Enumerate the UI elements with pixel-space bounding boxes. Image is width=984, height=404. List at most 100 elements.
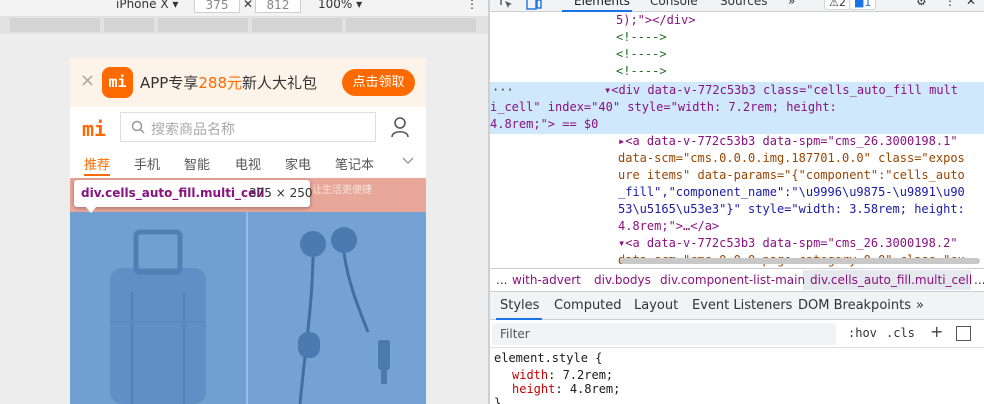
close-icon[interactable]: ✕ (966, 0, 976, 8)
tooltip-size: 375 × 250 (249, 186, 313, 200)
elements-tree[interactable]: 5);"></div> <!----> <!----> <!----> ··· … (490, 12, 984, 267)
claim-button[interactable]: 点击领取 (342, 69, 415, 96)
device-select[interactable]: iPhone X ▾ (116, 0, 178, 13)
selected-node-line[interactable]: ▾<div data-v-772c53b3 class="cells_auto_… (604, 82, 958, 99)
devtools-menu-icon[interactable]: ⋮ (944, 0, 956, 8)
zoom-select[interactable]: 100% ▾ (318, 0, 362, 13)
phone-viewport: × mi APP专享288元新人大礼包 点击领取 mi 搜索商品名称 推荐 手机… (70, 58, 426, 404)
active-tab-underline (84, 174, 110, 176)
styles-filter-row: Filter :hov .cls + (490, 320, 984, 348)
category-tab[interactable]: 推荐 (84, 154, 110, 173)
search-icon (131, 120, 145, 134)
style-property[interactable]: height: 4.8rem; (512, 381, 620, 398)
user-icon[interactable] (390, 116, 410, 138)
breadcrumb-item[interactable]: div.bodys (594, 273, 651, 287)
selected-node-line[interactable]: 4.8rem;"> == $0 (490, 116, 598, 133)
promo-text-highlight: 288元 (198, 74, 242, 92)
comment-node[interactable]: <!----> (616, 63, 667, 80)
element-tooltip: div.cells_auto_fill.multi_cell 375 × 250 (74, 180, 313, 207)
property-value[interactable]: 4.8rem; (570, 382, 621, 396)
app-promo-bar: × mi APP专享288元新人大礼包 点击领取 (70, 58, 426, 107)
inspect-element-icon[interactable] (500, 0, 514, 10)
class-toggle[interactable]: .cls (886, 326, 915, 340)
anchor-node-line: 53\u5165\u53e3"}" style="width: 3.58rem;… (618, 202, 965, 216)
search-header: mi 搜索商品名称 (70, 107, 426, 150)
device-width-input[interactable]: 375 (194, 0, 240, 13)
warnings-badge[interactable]: ⚠2 (824, 0, 851, 10)
device-height-input[interactable]: 812 (255, 0, 301, 13)
tab-sources[interactable]: Sources (720, 0, 767, 8)
product-cell-earphones[interactable] (248, 212, 426, 404)
tab-event-listeners[interactable]: Event Listeners (692, 298, 792, 313)
hover-state-toggle[interactable]: :hov (848, 326, 877, 340)
property-value[interactable]: 7.2rem; (563, 368, 614, 382)
filter-input[interactable]: Filter (492, 323, 836, 345)
tooltip-selector: div.cells_auto_fill.multi_cell (81, 186, 265, 200)
ruler-segment[interactable] (10, 18, 100, 32)
sidebar-toggle-icon[interactable] (956, 326, 971, 341)
chevron-down-icon[interactable] (401, 153, 415, 167)
ruler-segment[interactable] (346, 18, 476, 32)
breadcrumb-scroll-left[interactable]: ... (496, 273, 507, 287)
ruler-segment[interactable] (104, 18, 154, 32)
anchor-node-line: 4.8rem;">…</a> (618, 219, 720, 233)
promo-text-suffix: 新人大礼包 (242, 74, 318, 92)
tab-console[interactable]: Console (650, 0, 698, 8)
category-tab[interactable]: 笔记本 (335, 154, 374, 173)
tooltip-arrow (85, 206, 97, 213)
category-tab[interactable]: 家电 (285, 154, 311, 173)
filter-placeholder: Filter (500, 327, 530, 341)
search-input[interactable]: 搜索商品名称 (120, 112, 376, 142)
ruler-segment[interactable] (158, 18, 248, 32)
category-tab[interactable]: 智能 (184, 154, 210, 173)
anchor-node-line[interactable]: ▾<a data-v-772c53b3 data-spm="cms_26.300… (618, 235, 958, 252)
search-placeholder: 搜索商品名称 (151, 122, 235, 138)
more-tabs-icon[interactable]: » (788, 0, 795, 8)
tab-styles[interactable]: Styles (500, 298, 539, 313)
toolbar-more-icon[interactable]: ⋮ (466, 0, 478, 13)
add-rule-button[interactable]: + (930, 322, 943, 341)
gear-icon[interactable]: ⚙ (916, 0, 927, 8)
close-icon[interactable]: × (80, 70, 95, 92)
product-cell-suitcase[interactable] (70, 212, 246, 404)
property-name[interactable]: width (512, 368, 548, 382)
device-toggle-icon[interactable] (526, 0, 542, 10)
devtools-tabs: Elements Console Sources » ⚠2 ■1 ⚙ ⋮ ✕ (490, 0, 984, 12)
property-name[interactable]: height (512, 382, 555, 396)
mi-brand-icon[interactable]: mi (82, 117, 106, 141)
horizontal-scrollbar[interactable] (620, 258, 980, 264)
device-emulation-pane: iPhone X ▾ 375 ✕ 812 100% ▾ ⋮ × mi APP专享… (0, 0, 488, 404)
comment-node[interactable]: <!----> (616, 29, 667, 46)
devtools-panel: Elements Console Sources » ⚠2 ■1 ⚙ ⋮ ✕ 5… (490, 0, 984, 404)
breadcrumb-item[interactable]: div.component-list-main (660, 273, 805, 287)
screen: iPhone X ▾ 375 ✕ 812 100% ▾ ⋮ × mi APP专享… (0, 0, 984, 404)
breadcrumb-scroll-right[interactable]: ... (974, 273, 984, 287)
category-tab[interactable]: 手机 (134, 154, 160, 173)
tab-layout[interactable]: Layout (634, 298, 678, 313)
comment-node[interactable]: <!----> (616, 46, 667, 63)
breadcrumb-item[interactable]: with-advert (512, 273, 581, 287)
style-rule-close: } (494, 396, 502, 404)
selected-node-line[interactable]: i_cell" index="40" style="width: 7.2rem;… (490, 99, 837, 116)
anchor-node-line: _fill","component_name":"\u9996\u9875-\u… (618, 185, 965, 199)
dom-breadcrumbs: ... with-advert div.bodys div.component-… (490, 268, 984, 292)
tree-line[interactable]: 5);"></div> (616, 13, 695, 27)
tab-elements[interactable]: Elements (574, 0, 630, 8)
suitcase-image (110, 229, 206, 404)
ruler-segment[interactable] (252, 18, 342, 32)
promo-text-prefix: APP专享 (140, 74, 199, 92)
anchor-node-line: ure items" data-params="{"component":"ce… (618, 168, 965, 182)
style-rule-selector[interactable]: element.style { (494, 350, 602, 367)
messages-badge[interactable]: ■1 (849, 0, 877, 10)
anchor-node-line[interactable]: ▸<a data-v-772c53b3 data-spm="cms_26.300… (618, 133, 958, 150)
tab-dom-breakpoints[interactable]: DOM Breakpoints (798, 298, 911, 313)
tab-computed[interactable]: Computed (554, 298, 622, 313)
node-actions-icon[interactable]: ··· (492, 82, 514, 99)
more-tabs-icon[interactable]: » (916, 298, 924, 313)
anchor-node-line: data-scm="cms.0.0.0.img.187701.0.0" clas… (618, 151, 965, 165)
inspected-element-highlight (70, 212, 426, 404)
dimension-separator: ✕ (243, 0, 254, 11)
category-tabs: 推荐 手机 智能 电视 家电 笔记本 (70, 150, 426, 178)
breadcrumb-item-active[interactable]: div.cells_auto_fill.multi_cell (810, 273, 972, 287)
category-tab[interactable]: 电视 (235, 154, 261, 173)
